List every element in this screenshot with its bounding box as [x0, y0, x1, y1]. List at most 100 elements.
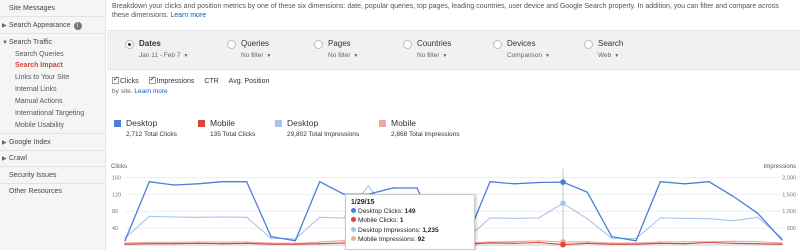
sidebar-divider	[0, 183, 106, 184]
data-point	[319, 241, 321, 243]
radio-icon[interactable]	[493, 40, 502, 49]
data-point	[513, 242, 515, 244]
sidebar-item-links-to-your-site[interactable]: Links to Your Site	[0, 73, 106, 82]
collapsed-triangle-icon: ▶	[2, 23, 7, 29]
filter-value[interactable]: Comparison ▼	[507, 52, 550, 59]
data-point	[173, 241, 175, 243]
impressions-checkbox[interactable]: Impressions	[148, 75, 194, 85]
data-point	[611, 243, 613, 245]
y-right-tick-label: 1,500	[782, 192, 796, 198]
series-dot-icon	[351, 208, 356, 214]
data-point	[684, 183, 686, 185]
data-point	[148, 215, 150, 217]
sidebar-item-other-resources[interactable]: Other Resources	[0, 187, 106, 196]
info-icon[interactable]: i	[73, 22, 82, 30]
data-point	[757, 212, 759, 214]
data-point	[708, 241, 710, 244]
sidebar-item-manual-actions[interactable]: Manual Actions	[0, 97, 106, 106]
tooltip-value: 92	[417, 235, 425, 243]
legend-swatch	[275, 120, 282, 127]
y-right-tick-label: 2,000	[782, 175, 796, 181]
checkbox-label: Avg. Position	[228, 78, 270, 85]
data-point	[319, 243, 321, 245]
data-point	[586, 242, 588, 244]
tooltip-label: Desktop Clicks:	[358, 208, 403, 216]
checkbox-checked-icon[interactable]	[148, 75, 156, 84]
radio-icon[interactable]	[227, 40, 236, 49]
chart-tooltip: 1/29/15 Desktop Clicks: 149 Mobile Click…	[345, 194, 475, 250]
filter-value[interactable]: No filter ▼	[417, 52, 447, 59]
tooltip-row-desktop-clicks: Desktop Clicks: 149	[351, 207, 469, 216]
sidebar-item-search-queries[interactable]: Search Queries	[0, 50, 106, 59]
data-point	[635, 240, 637, 242]
learn-more-link[interactable]: Learn more	[170, 12, 206, 19]
data-point	[221, 181, 223, 183]
sidebar-item-search-impact[interactable]: Search Impact	[0, 61, 106, 70]
filter-value[interactable]: No filter ▼	[241, 52, 271, 59]
radio-icon[interactable]	[584, 40, 593, 49]
series-dot-icon	[351, 235, 356, 241]
sidebar-item-crawl[interactable]: ▶ Crawl	[0, 154, 106, 164]
filter-value[interactable]: Web ▼	[598, 52, 619, 59]
sidebar-item-site-messages[interactable]: Site Messages	[0, 4, 106, 13]
avg-position-checkbox[interactable]: Avg. Position	[229, 78, 270, 85]
filter-bar: Dates Jan 11 - Feb 7 ▼ Queries No filter ▼…	[107, 30, 800, 70]
series-dot-icon	[351, 217, 356, 223]
filter-label: Search	[598, 39, 624, 48]
data-point	[124, 243, 126, 245]
y-left-tick-label: 160	[112, 175, 121, 181]
sidebar-item-search-appearance[interactable]: ▶ Search Appearance i	[0, 21, 106, 31]
checkbox-checked-icon[interactable]	[112, 75, 119, 84]
data-point	[294, 243, 296, 245]
data-point	[221, 241, 223, 243]
sidebar-item-label: Search Appearance	[9, 22, 71, 29]
dropdown-caret-icon: ▼	[614, 53, 620, 59]
data-point	[173, 184, 175, 186]
ctr-checkbox[interactable]: CTR	[204, 78, 218, 85]
data-point	[538, 217, 540, 219]
data-point	[197, 183, 199, 185]
filter-value[interactable]: Jan 11 - Feb 7 ▼	[139, 52, 188, 59]
filter-value[interactable]: No filter ▼	[328, 52, 358, 59]
data-point	[635, 243, 637, 245]
learn-more-link[interactable]: Learn more	[134, 88, 167, 95]
data-point	[781, 243, 783, 245]
radio-icon[interactable]	[403, 40, 412, 49]
data-point	[173, 216, 175, 218]
sidebar-item-label: Crawl	[9, 155, 27, 162]
sidebar-item-mobile-usability[interactable]: Mobile Usability	[0, 121, 106, 130]
data-point	[319, 216, 321, 218]
clicks-checkbox[interactable]: Clicks	[112, 75, 139, 85]
tooltip-value: 149	[404, 208, 416, 216]
y-right-tick-label: 500	[787, 226, 796, 232]
tooltip-date: 1/29/15	[351, 199, 375, 206]
legend-name: Mobile	[391, 118, 417, 128]
sidebar-item-internal-links[interactable]: Internal Links	[0, 85, 106, 94]
tooltip-row-mobile-clicks: Mobile Clicks: 1	[351, 216, 469, 225]
data-point	[148, 181, 150, 183]
data-point	[246, 241, 248, 243]
intro-text: Breakdown your clicks and position metri…	[112, 2, 792, 20]
data-point	[270, 243, 272, 245]
data-point	[611, 235, 613, 238]
sidebar-item-search-traffic[interactable]: ▼Search Traffic	[0, 38, 106, 48]
dropdown-caret-icon: ▼	[442, 53, 448, 59]
data-point	[732, 195, 734, 198]
data-point	[781, 239, 783, 241]
sidebar-item-international-targeting[interactable]: International Targeting	[0, 109, 106, 118]
sidebar-divider	[0, 16, 106, 17]
data-point	[538, 240, 540, 242]
note-text: by site.	[112, 88, 133, 95]
filter-value-text: Web	[598, 52, 612, 59]
sidebar-item-google-index[interactable]: ▶ Google Index	[0, 138, 106, 148]
sidebar: Site Messages ▶ Search Appearance i ▼Searc…	[0, 0, 106, 250]
legend-swatch	[379, 120, 386, 127]
legend-name: Desktop	[287, 118, 319, 128]
dropdown-caret-icon: ▼	[183, 53, 189, 59]
sidebar-item-security-issues[interactable]: Security Issues	[0, 171, 106, 180]
radio-icon[interactable]	[314, 40, 323, 49]
legend-name: Desktop	[126, 118, 158, 128]
tooltip-value: 1,235	[422, 226, 439, 234]
radio-selected-icon[interactable]	[125, 40, 134, 49]
data-point	[659, 242, 661, 244]
